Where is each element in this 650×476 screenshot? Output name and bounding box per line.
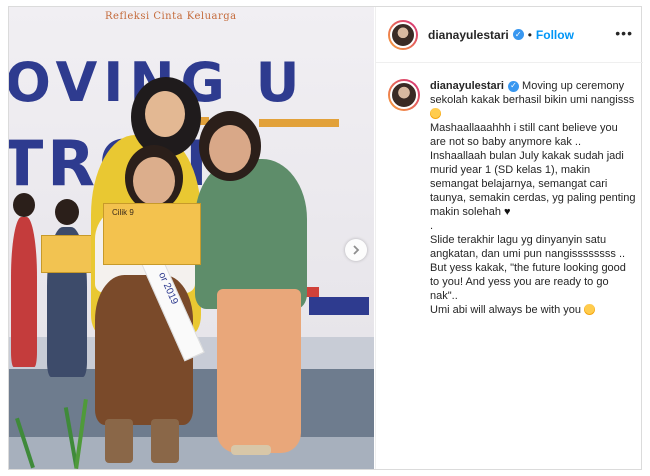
crying-face-emoji-icon	[430, 108, 441, 119]
caption-line-3: .	[430, 220, 434, 232]
banner-stripe	[309, 297, 369, 315]
follow-button[interactable]: Follow	[536, 28, 574, 42]
certificate-envelope: Cilik 9	[103, 203, 201, 265]
verified-badge-icon: ✓	[507, 80, 519, 92]
post-sidebar: dianayulestari ✓ • Follow ••• dianayules…	[375, 7, 643, 469]
girl-boot	[105, 419, 133, 463]
stage-base	[9, 437, 374, 469]
chevron-right-icon	[353, 245, 360, 255]
child-head	[55, 199, 79, 225]
teacher-face	[145, 91, 185, 137]
avatar[interactable]	[388, 19, 418, 50]
banner-stripe	[259, 119, 339, 127]
verified-badge-icon: ✓	[512, 29, 524, 40]
post-header: dianayulestari ✓ • Follow •••	[376, 7, 643, 63]
girl-boot	[151, 419, 179, 463]
child-figure	[11, 217, 37, 367]
caption-line-2: Mashaallaaahhh i still cant believe you …	[430, 122, 639, 218]
avatar-image	[390, 81, 418, 109]
black-heart-emoji-icon: ♥	[504, 206, 511, 218]
caption-line-4: Slide terakhir lagu yg dinyanyin satu an…	[430, 234, 629, 302]
caption-comment: dianayulestari ✓ Moving up ceremony sekol…	[388, 79, 638, 317]
caption-line-5: Umi abi will always be with you	[430, 304, 581, 316]
girl-face	[133, 157, 175, 205]
mother-figure	[195, 159, 307, 309]
caption-text: dianayulestari ✓ Moving up ceremony sekol…	[430, 79, 636, 317]
child-head	[13, 193, 35, 217]
post-frame: Refleksi Cinta Keluarga OVING U TRON	[8, 6, 643, 470]
header-username[interactable]: dianayulestari	[428, 28, 509, 42]
more-options-icon[interactable]: •••	[615, 25, 633, 41]
header-separator: •	[527, 27, 532, 42]
mother-shoes	[231, 445, 271, 455]
avatar-image	[390, 21, 416, 48]
envelope	[41, 235, 93, 273]
envelope-label: Cilik 9	[112, 208, 134, 217]
post-photo[interactable]: Refleksi Cinta Keluarga OVING U TRON	[9, 7, 374, 469]
kissing-face-emoji-icon	[584, 304, 596, 315]
mother-face	[209, 125, 251, 173]
mother-skirt	[217, 289, 301, 453]
caption-avatar[interactable]	[388, 79, 420, 111]
banner-script-text: Refleksi Cinta Keluarga	[105, 11, 237, 22]
caption-username[interactable]: dianayulestari	[430, 80, 504, 92]
next-slide-button[interactable]	[345, 239, 367, 261]
